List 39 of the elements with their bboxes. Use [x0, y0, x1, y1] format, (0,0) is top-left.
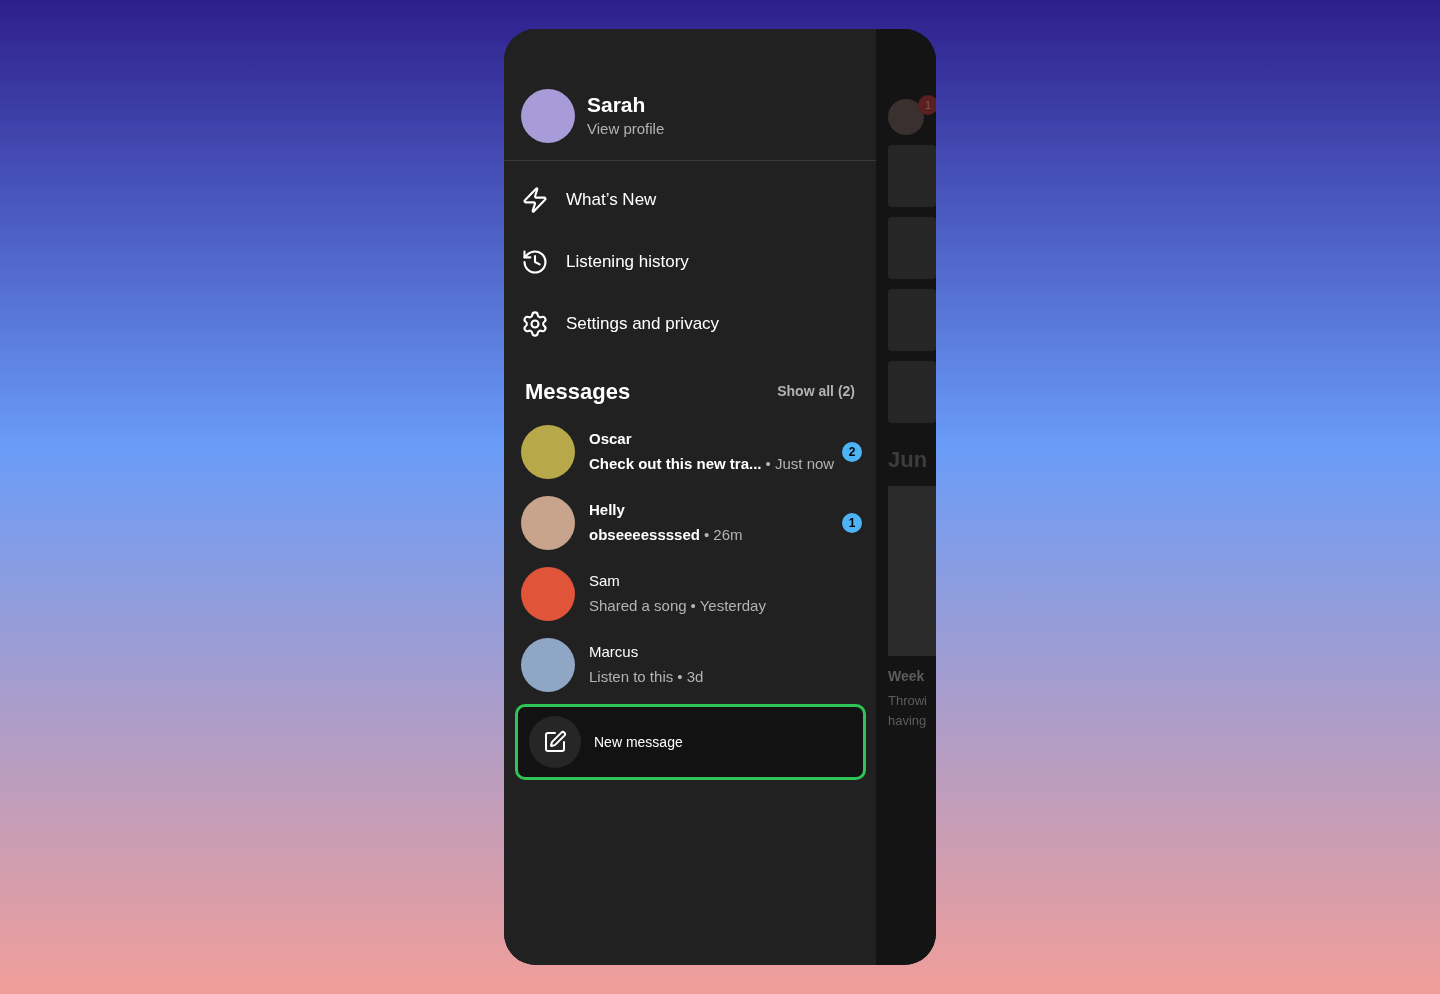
card-text: Throwi	[888, 692, 928, 710]
sender-name: Oscar	[589, 429, 633, 449]
unread-count: 1	[842, 512, 862, 533]
sender-name: Helly	[589, 500, 626, 520]
menu-item[interactable]: Listening history	[504, 231, 876, 293]
sender-name: Sam	[589, 571, 621, 591]
profile-name: Sarah	[587, 91, 647, 118]
menu-item[interactable]: Settings and privacy	[504, 293, 876, 355]
message-preview: obseeeessssed	[589, 524, 700, 545]
section-title: Messages	[525, 378, 631, 406]
message-time: • Just now	[765, 453, 835, 474]
tile-placeholder	[888, 289, 936, 351]
message-row[interactable]: Sam Shared a song • Yesterday	[504, 558, 876, 629]
avatar-placeholder	[521, 89, 575, 143]
message-row[interactable]: Oscar Check out this new tra... • Just now 2	[504, 416, 876, 487]
avatar-placeholder	[888, 99, 924, 135]
tile-placeholder	[888, 145, 936, 207]
message-time: • Yesterday	[690, 595, 766, 616]
card-text: having	[888, 711, 928, 730]
message-time: • 26m	[703, 524, 743, 545]
unread-count: 2	[842, 441, 862, 462]
history-icon	[521, 248, 549, 276]
message-preview: Listen to this	[589, 666, 674, 687]
sender-name: Marcus	[589, 642, 640, 662]
tile-placeholder	[888, 217, 936, 279]
message-row[interactable]: Marcus Listen to this • 3d	[504, 629, 876, 700]
menu-item[interactable]: What’s New	[504, 169, 876, 231]
show-all-link[interactable]: Show all (2)	[777, 381, 855, 402]
compose-icon	[543, 730, 567, 754]
message-row[interactable]: Helly obseeeessssed • 26m 1	[504, 487, 876, 558]
tile-placeholder	[888, 361, 936, 423]
message-preview: Check out this new tra...	[589, 453, 762, 474]
message-preview: Shared a song	[589, 595, 687, 616]
bolt-icon	[521, 186, 549, 214]
new-message-button[interactable]: New message	[515, 704, 866, 780]
settings-icon	[521, 310, 549, 338]
card-title: Week	[888, 667, 926, 686]
message-time: • 3d	[677, 666, 704, 687]
view-profile-link[interactable]: View profile	[587, 117, 665, 141]
